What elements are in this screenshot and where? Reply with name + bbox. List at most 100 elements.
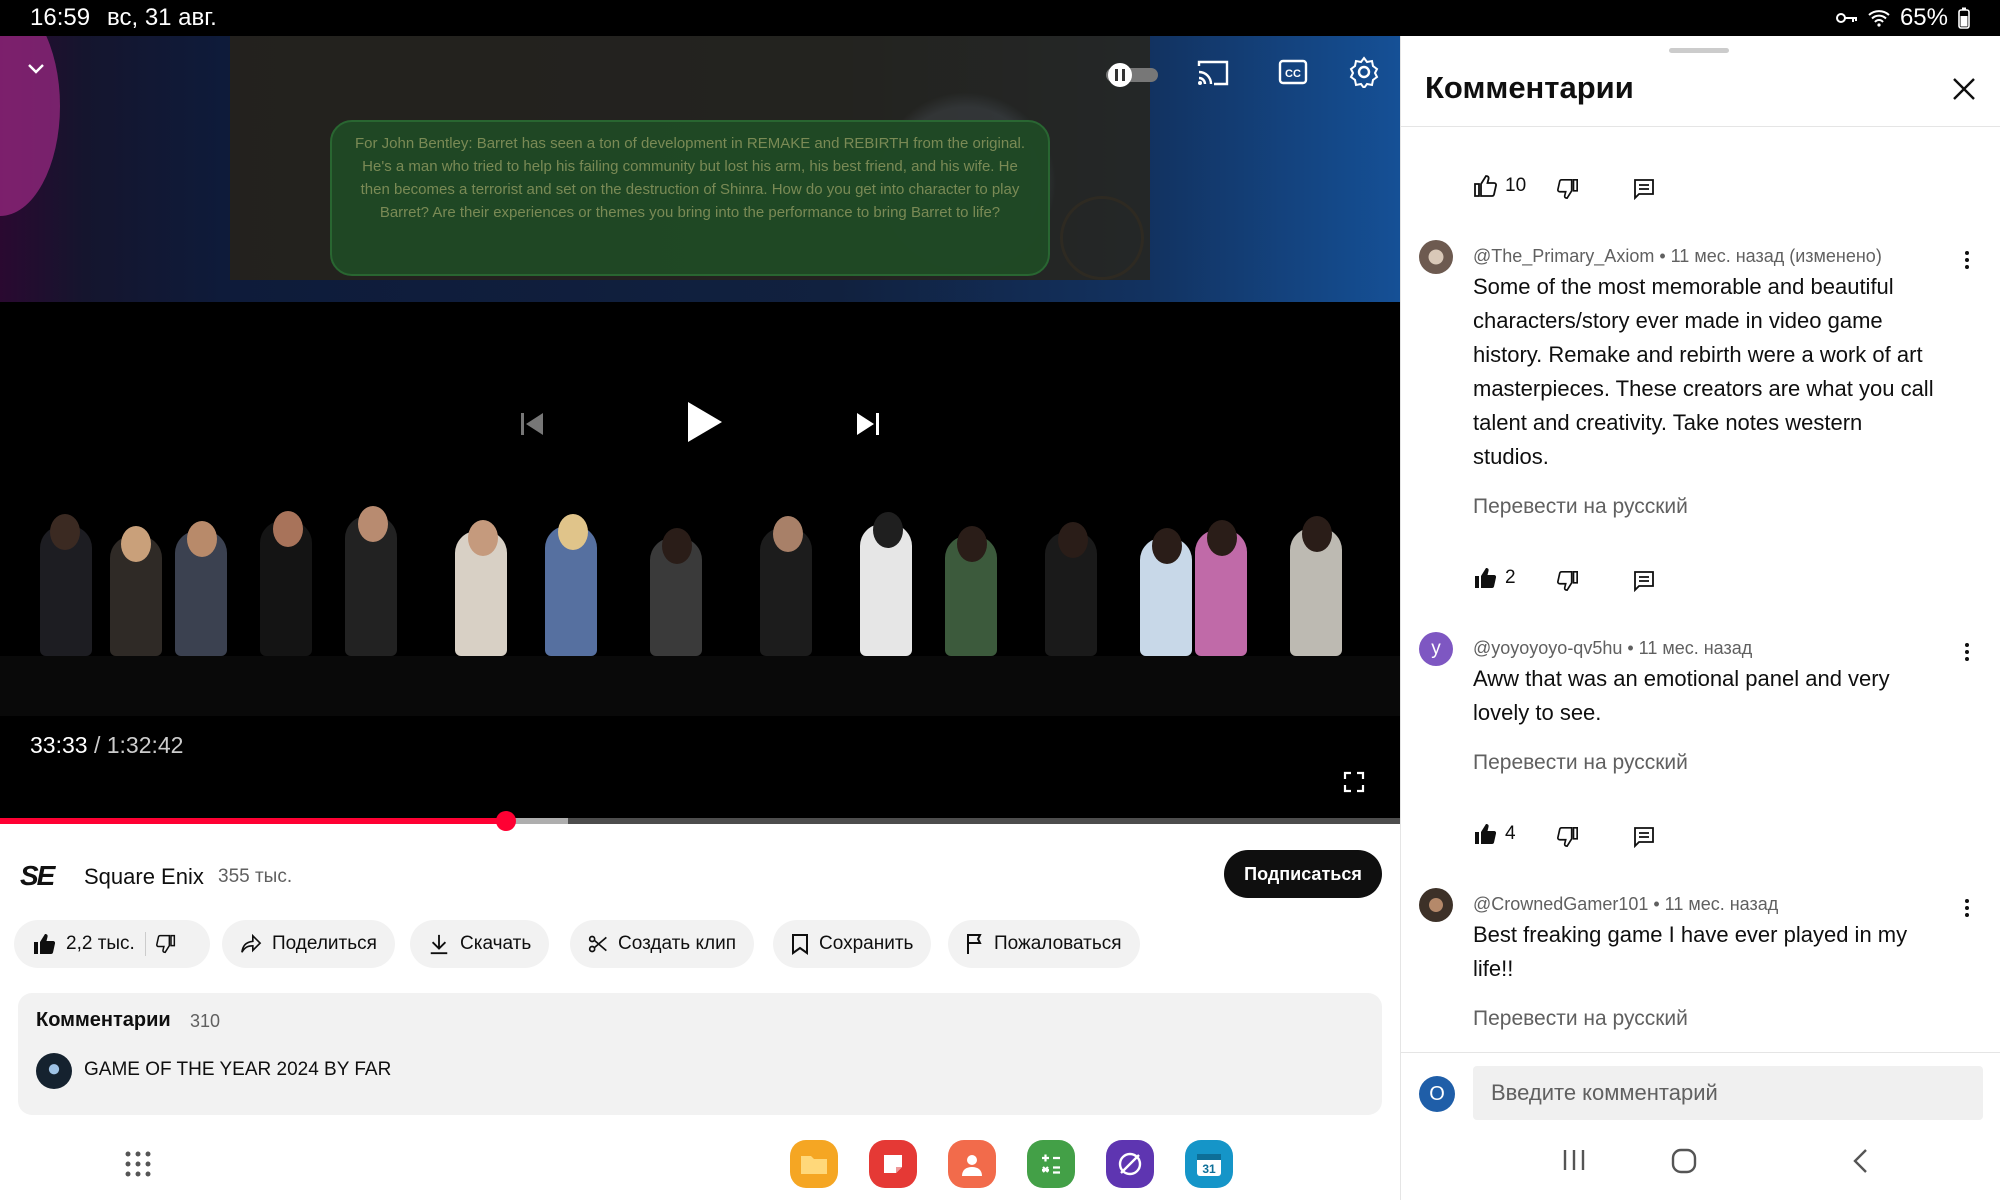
channel-name[interactable]: Square Enix (84, 864, 204, 890)
progress-played (0, 818, 507, 824)
avatar[interactable]: y (1419, 632, 1453, 666)
comment-time: • 11 мес. назад (изменено) (1654, 246, 1882, 266)
download-icon (430, 934, 448, 955)
minimize-button[interactable] (24, 56, 48, 85)
comment-author[interactable]: @yoyoyoyo-qv5hu (1473, 638, 1622, 658)
dislike-icon[interactable] (155, 934, 176, 954)
like-icon[interactable] (1473, 174, 1497, 198)
home-button[interactable] (1671, 1148, 1697, 1179)
previous-button[interactable] (518, 410, 546, 443)
progress-bar[interactable] (0, 811, 1400, 831)
fullscreen-icon (1343, 771, 1365, 793)
cast-button[interactable] (1196, 58, 1230, 93)
comment-author[interactable]: @The_Primary_Axiom (1473, 246, 1654, 266)
comment-menu-button[interactable] (1965, 896, 1971, 920)
autoplay-icon (1106, 63, 1158, 87)
comment-menu-button[interactable] (1965, 248, 1971, 272)
comment-input[interactable] (1473, 1066, 1983, 1120)
comments-panel: Комментарии 10 @The_Primary_Axiom • 11 м… (1400, 36, 2000, 1200)
create-clip-label: Создать клип (618, 933, 736, 954)
translate-link[interactable]: Перевести на русский (1473, 495, 1688, 519)
status-bar: 16:59 вс, 31 авг. 65% (0, 0, 2000, 36)
calculator-icon[interactable] (1027, 1140, 1075, 1188)
subscribe-button[interactable]: Подписаться (1224, 850, 1382, 898)
comment-actions: 2 (1473, 566, 1516, 590)
time-separator: / (87, 732, 107, 758)
comment-actions: 10 (1473, 174, 1526, 198)
wifi-icon (1868, 10, 1890, 27)
battery-icon (1958, 7, 1970, 29)
settings-button[interactable] (1348, 56, 1380, 93)
slide-text: For John Bentley: Barret has seen a ton … (354, 135, 1026, 221)
time-display: 33:33 / 1:32:42 (30, 732, 183, 759)
recents-button[interactable] (1561, 1148, 1587, 1177)
reply-icon[interactable] (1633, 826, 1655, 848)
translate-link[interactable]: Перевести на русский (1473, 1007, 1688, 1031)
report-button[interactable]: Пожаловаться (948, 920, 1140, 968)
comment-author[interactable]: @CrownedGamer101 (1473, 894, 1648, 914)
current-time: 33:33 (30, 732, 88, 758)
comments-preview-card[interactable]: Комментарии 310 GAME OF THE YEAR 2024 BY… (18, 993, 1382, 1115)
avatar[interactable] (1419, 888, 1453, 922)
play-button[interactable] (684, 400, 724, 449)
calendar-icon[interactable]: 31 (1185, 1140, 1233, 1188)
comment-menu-button[interactable] (1965, 640, 1971, 664)
comment-time: • 11 мес. назад (1622, 638, 1753, 658)
translate-link[interactable]: Перевести на русский (1473, 751, 1688, 775)
like-icon[interactable] (1473, 566, 1497, 590)
reply-icon[interactable] (1633, 570, 1655, 592)
gear-icon (1349, 56, 1379, 90)
skip-previous-icon (521, 413, 543, 435)
channel-subscribers: 355 тыс. (218, 866, 293, 887)
like-count[interactable]: 2,2 тыс. (66, 933, 135, 955)
like-icon[interactable] (1473, 822, 1497, 846)
autoplay-toggle[interactable] (1104, 62, 1160, 93)
channel-logo[interactable]: SE (20, 860, 55, 892)
taskbar: 31 (0, 1130, 1400, 1200)
avatar[interactable] (1419, 240, 1453, 274)
action-bar: 2,2 тыс. Поделиться Скачать Создать клип… (0, 920, 1400, 970)
avatar[interactable]: O (1419, 1076, 1455, 1112)
contacts-icon[interactable] (948, 1140, 996, 1188)
dislike-icon[interactable] (1557, 178, 1579, 200)
bookmark-icon (792, 934, 808, 955)
scissors-icon (588, 935, 607, 953)
back-button[interactable] (1851, 1148, 1869, 1179)
folder-icon[interactable] (790, 1140, 838, 1188)
dislike-icon[interactable] (1557, 570, 1579, 592)
app-drawer-button[interactable] (124, 1150, 152, 1183)
comment-like-count: 4 (1505, 823, 1516, 844)
like-dislike-chip: 2,2 тыс. (14, 920, 210, 968)
share-button[interactable]: Поделиться (222, 920, 395, 968)
download-button[interactable]: Скачать (410, 920, 550, 968)
chevron-down-icon (28, 64, 44, 74)
browser-icon[interactable] (1106, 1140, 1154, 1188)
comment-like-count: 10 (1505, 175, 1527, 196)
notes-icon[interactable] (869, 1140, 917, 1188)
calendar-day: 31 (1202, 1162, 1216, 1176)
comment-meta: @The_Primary_Axiom • 11 мес. назад (изме… (1473, 246, 1882, 267)
progress-scrubber[interactable] (496, 811, 517, 831)
like-icon[interactable] (32, 932, 56, 956)
cc-icon: CC (1278, 59, 1308, 85)
video-frame-screen: For John Bentley: Barret has seen a ton … (0, 36, 1400, 302)
recents-icon (1563, 1150, 1585, 1170)
dislike-icon[interactable] (1557, 826, 1579, 848)
create-clip-button[interactable]: Создать клип (570, 920, 754, 968)
share-icon (241, 934, 262, 953)
captions-button[interactable]: CC (1278, 58, 1308, 91)
comments-preview-text: GAME OF THE YEAR 2024 BY FAR (84, 1059, 392, 1080)
video-player[interactable]: For John Bentley: Barret has seen a ton … (0, 36, 1400, 824)
save-button[interactable]: Сохранить (773, 920, 932, 968)
play-icon (688, 402, 722, 442)
close-icon (1953, 78, 1975, 100)
reply-icon[interactable] (1633, 178, 1655, 200)
comment-text: Some of the most memorable and beautiful… (1473, 274, 1934, 469)
close-button[interactable] (1951, 76, 1977, 107)
next-button[interactable] (854, 410, 882, 443)
comment-meta: @yoyoyoyo-qv5hu • 11 мес. назад (1473, 638, 1752, 659)
drag-handle[interactable] (1669, 48, 1729, 53)
fullscreen-button[interactable] (1342, 770, 1366, 799)
battery-percent: 65% (1899, 4, 1948, 31)
panel-title: Комментарии (1425, 70, 1634, 105)
